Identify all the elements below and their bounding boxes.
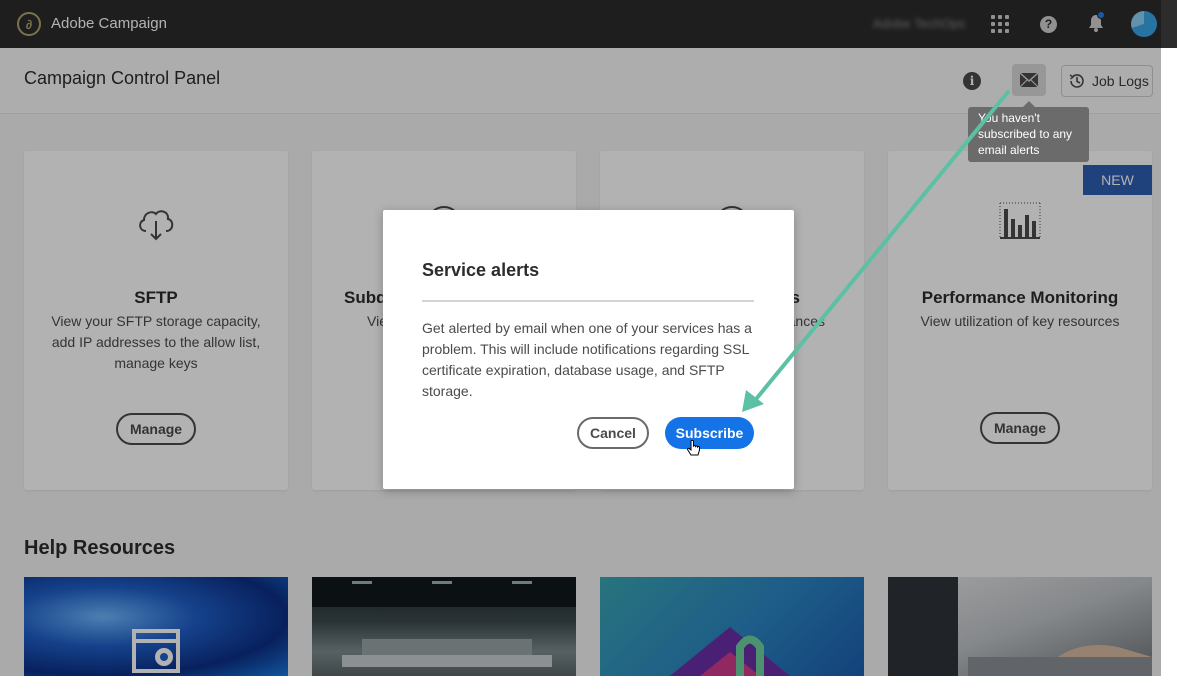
- service-alerts-dialog: Service alerts Get alerted by email when…: [383, 210, 794, 489]
- cancel-button[interactable]: Cancel: [577, 417, 649, 449]
- dialog-body: Get alerted by email when one of your se…: [422, 320, 752, 399]
- dialog-title: Service alerts: [422, 260, 540, 280]
- subscribe-button[interactable]: Subscribe: [665, 417, 754, 449]
- scrollbar-track[interactable]: [1161, 48, 1177, 676]
- dialog-divider: [422, 300, 754, 302]
- hand-cursor-icon: [686, 440, 700, 456]
- email-alerts-tooltip: You haven't subscribed to any email aler…: [968, 107, 1089, 162]
